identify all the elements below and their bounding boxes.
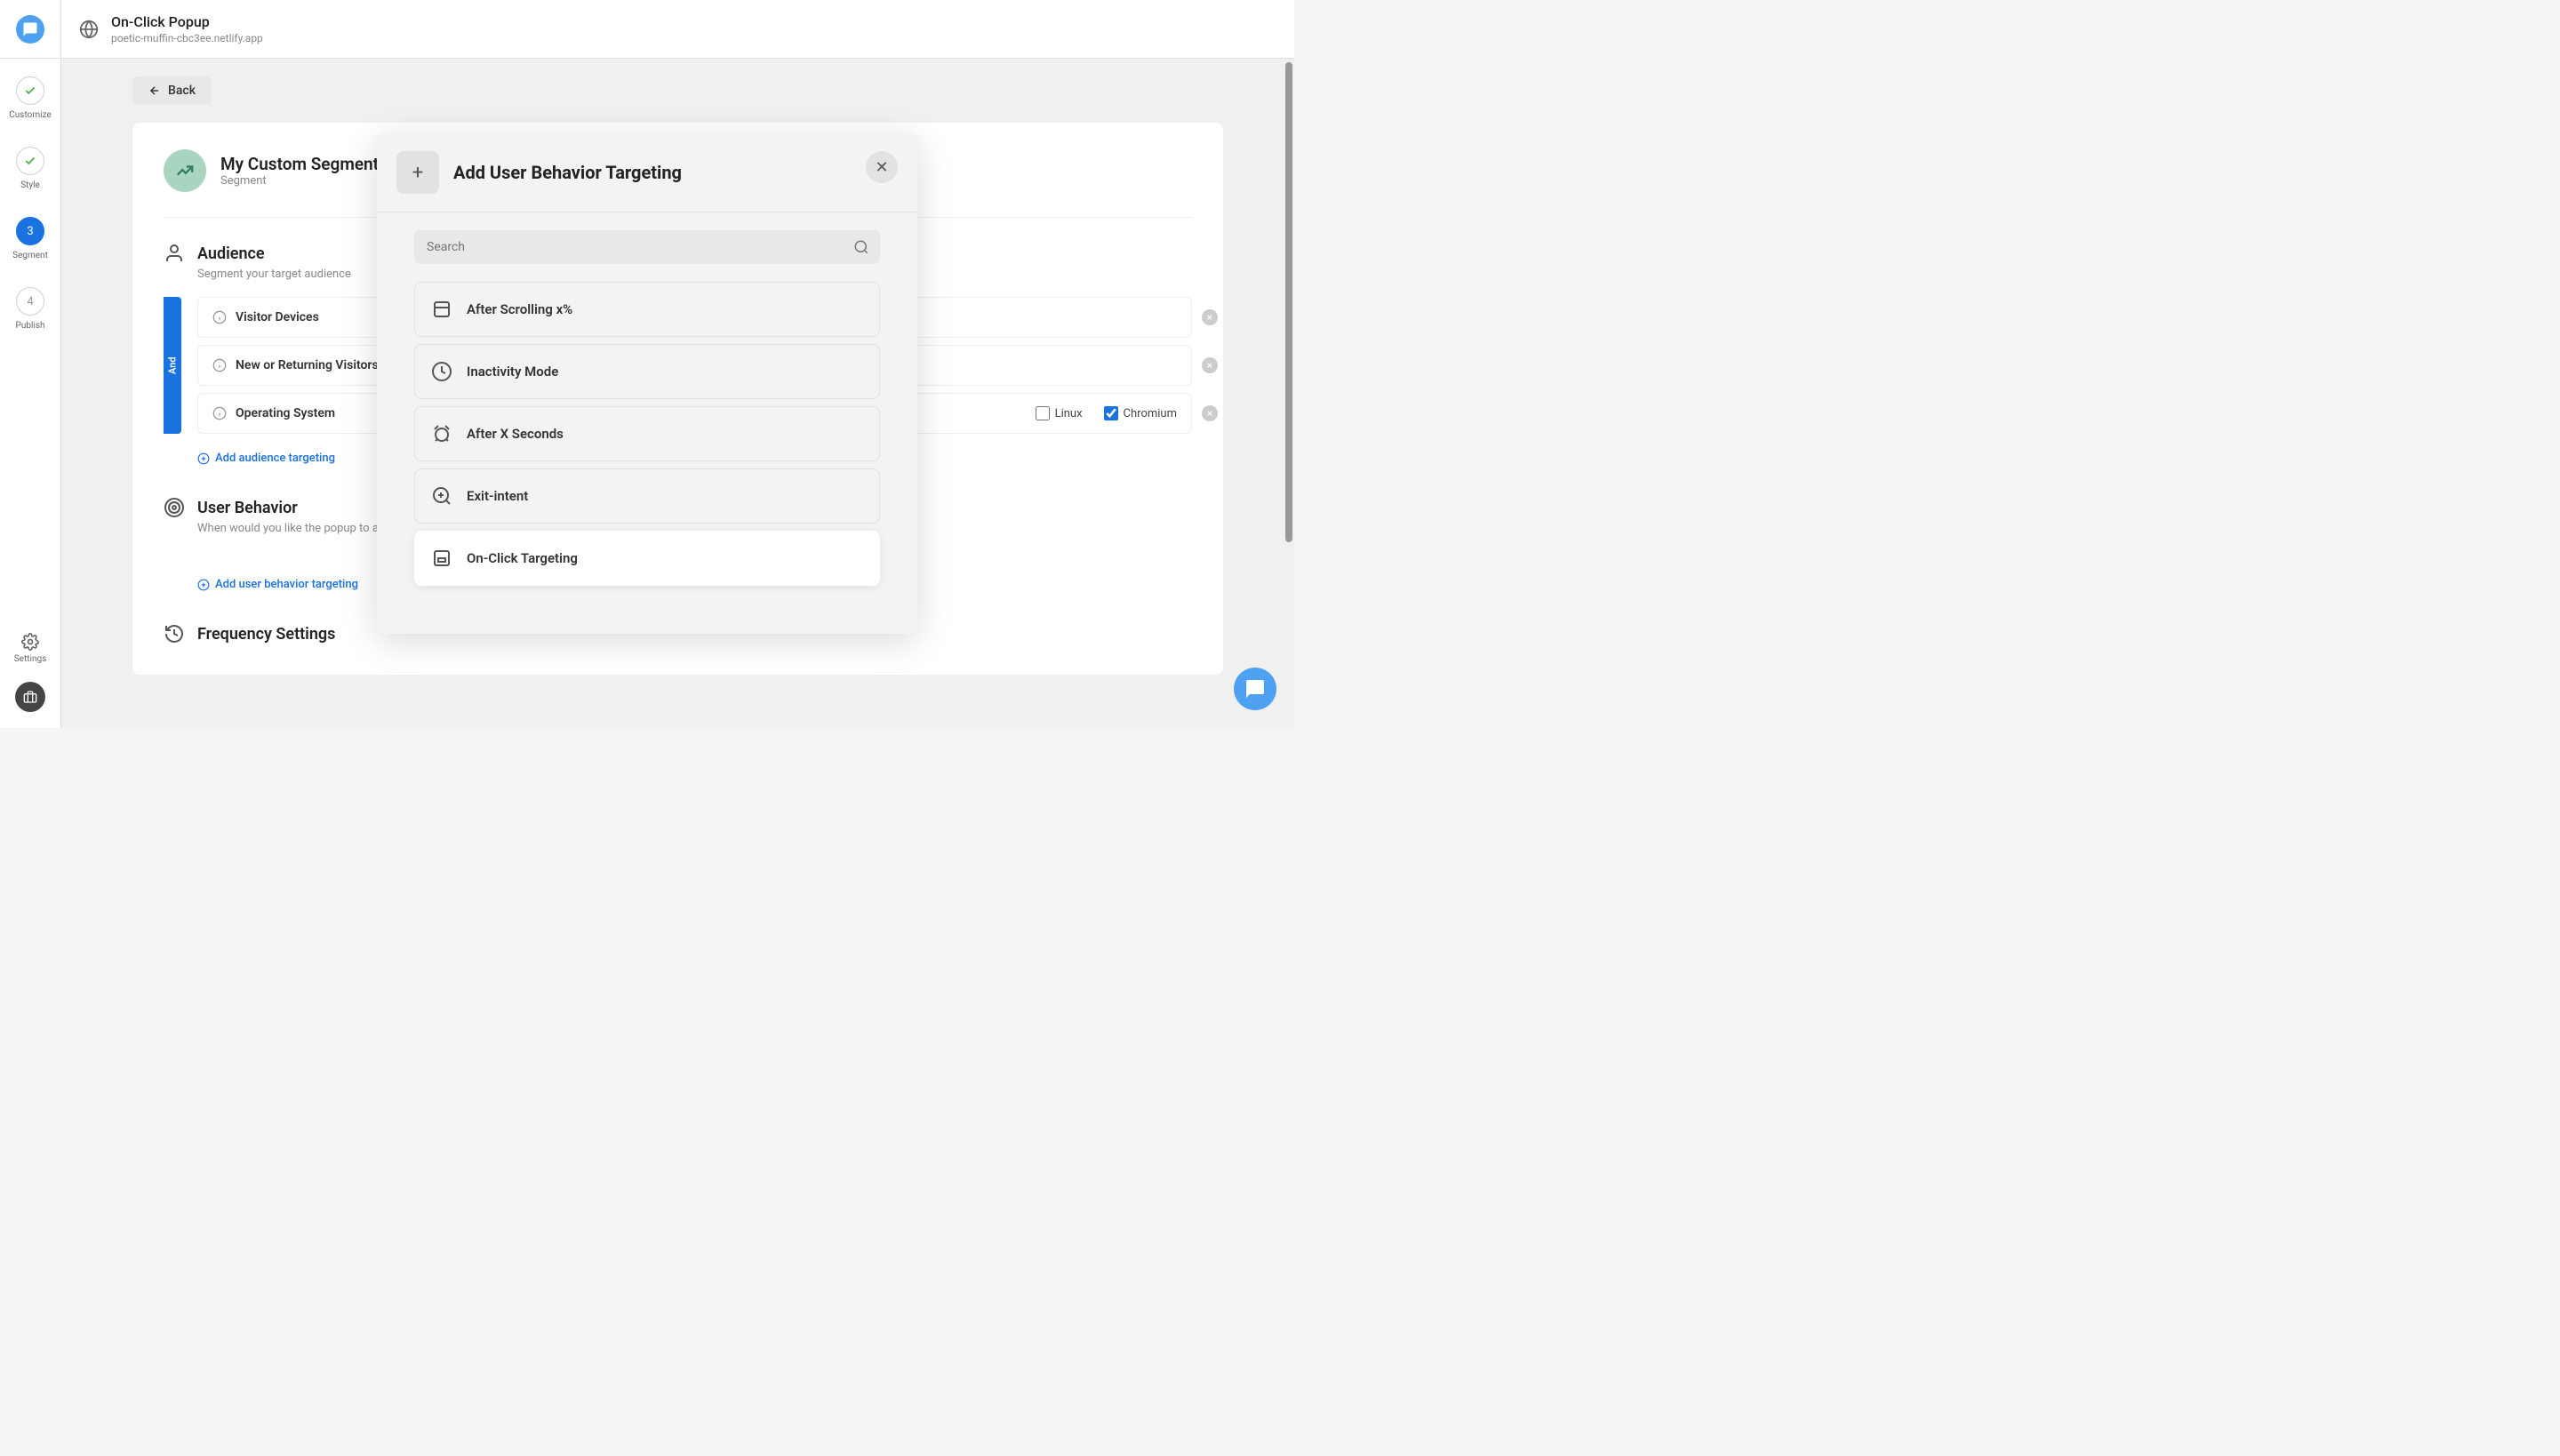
option-label: After Scrolling x% — [467, 301, 572, 317]
modal-overlay[interactable]: + Add User Behavior Targeting ✕ After Sc… — [0, 0, 1294, 728]
option-on-click-targeting[interactable]: On-Click Targeting — [414, 531, 880, 586]
modal-close-button[interactable]: ✕ — [866, 151, 898, 183]
scroll-icon — [431, 299, 452, 320]
modal-title: Add User Behavior Targeting — [453, 162, 682, 183]
modal-body: After Scrolling x% Inactivity Mode After… — [377, 212, 917, 611]
modal-header: + Add User Behavior Targeting ✕ — [377, 133, 917, 212]
chat-bubble-button[interactable] — [1234, 668, 1276, 710]
clock-icon — [431, 361, 452, 382]
click-icon — [431, 548, 452, 569]
option-after-x-seconds[interactable]: After X Seconds — [414, 406, 880, 461]
timer-icon — [431, 423, 452, 444]
exit-icon — [431, 485, 452, 507]
option-label: After X Seconds — [467, 426, 564, 442]
modal-search-input[interactable] — [414, 230, 880, 264]
option-after-scrolling[interactable]: After Scrolling x% — [414, 282, 880, 337]
chat-icon — [1244, 678, 1266, 700]
option-exit-intent[interactable]: Exit-intent — [414, 468, 880, 524]
option-inactivity-mode[interactable]: Inactivity Mode — [414, 344, 880, 399]
option-label: Inactivity Mode — [467, 364, 558, 380]
plus-icon: + — [396, 151, 439, 194]
option-label: Exit-intent — [467, 488, 528, 504]
behavior-targeting-modal: + Add User Behavior Targeting ✕ After Sc… — [377, 133, 917, 634]
option-label: On-Click Targeting — [467, 550, 578, 566]
